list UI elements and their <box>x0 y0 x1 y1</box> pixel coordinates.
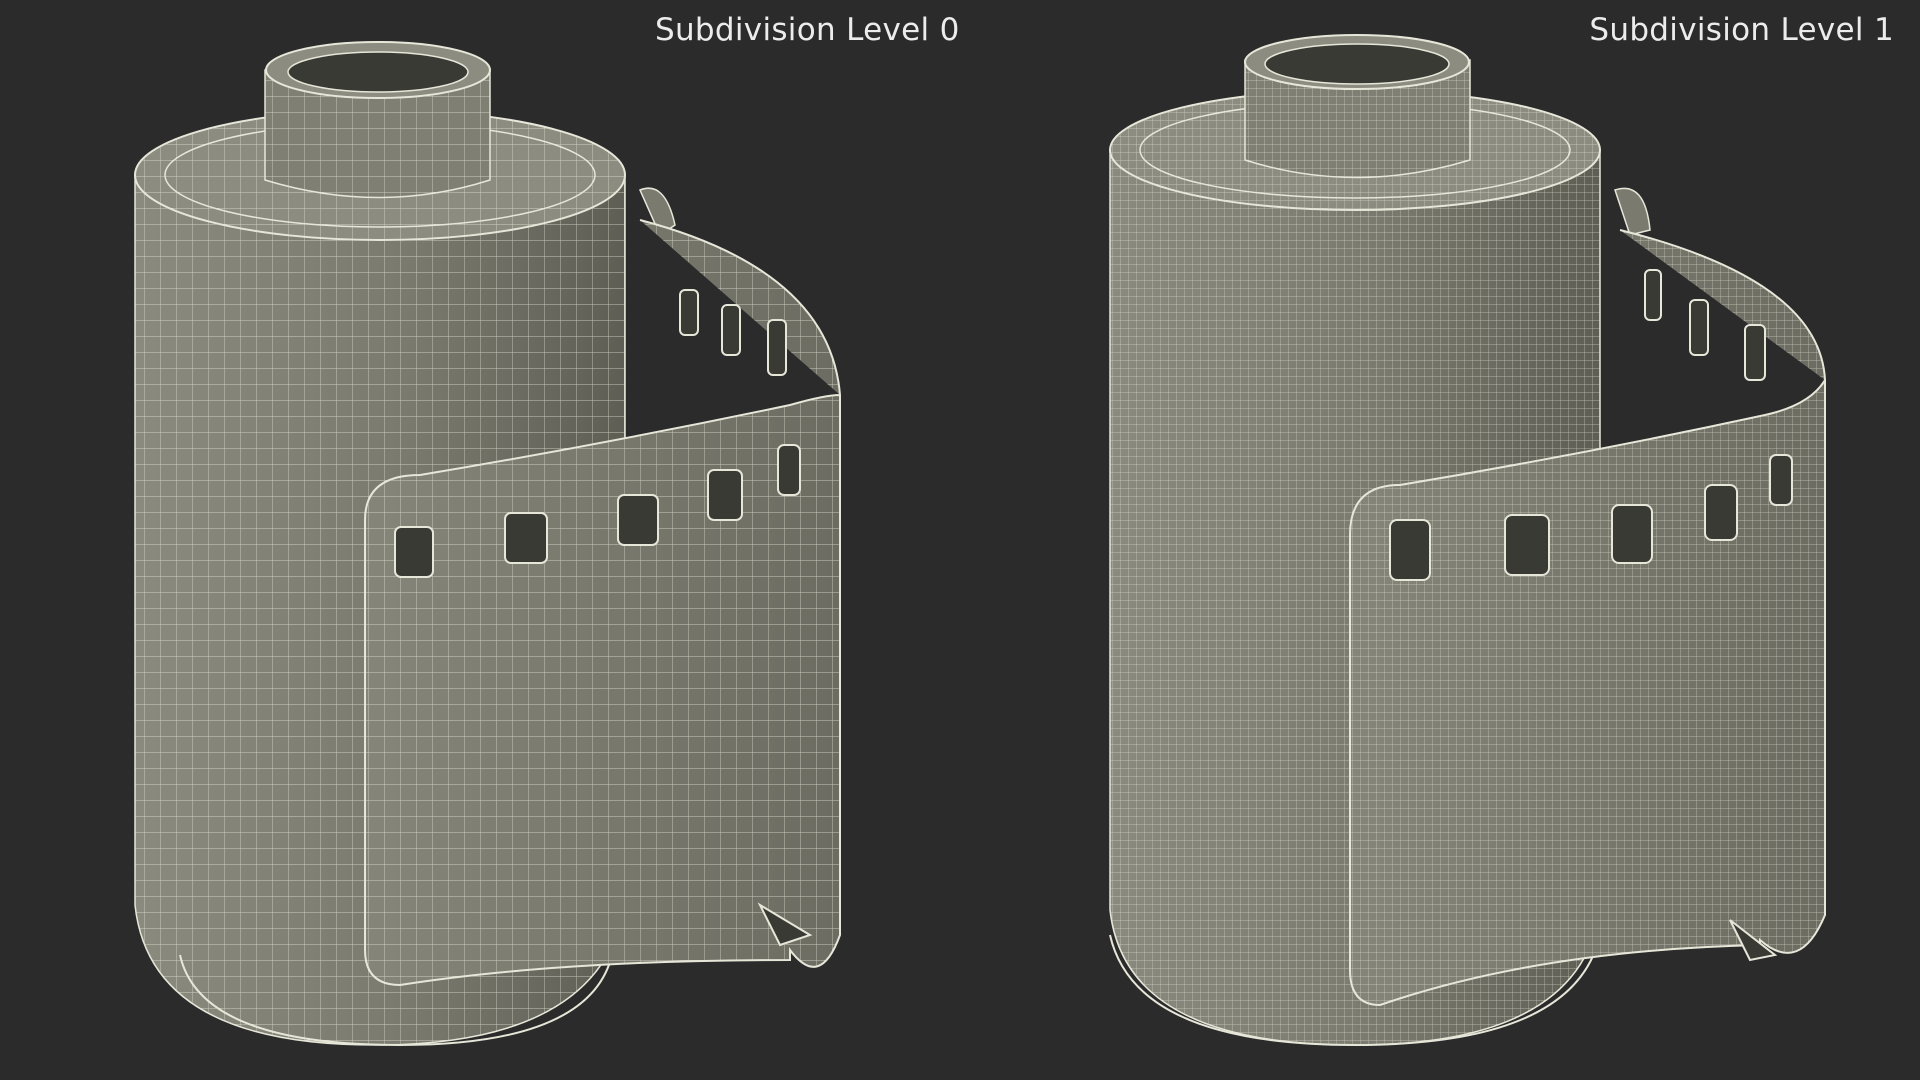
film-canister-level-0 <box>134 41 841 1047</box>
render-view <box>134 34 1826 1047</box>
viewport: Subdivision Level 0 Subdivision Level 1 <box>0 0 1920 1080</box>
film-canister-level-1 <box>1109 34 1826 1047</box>
